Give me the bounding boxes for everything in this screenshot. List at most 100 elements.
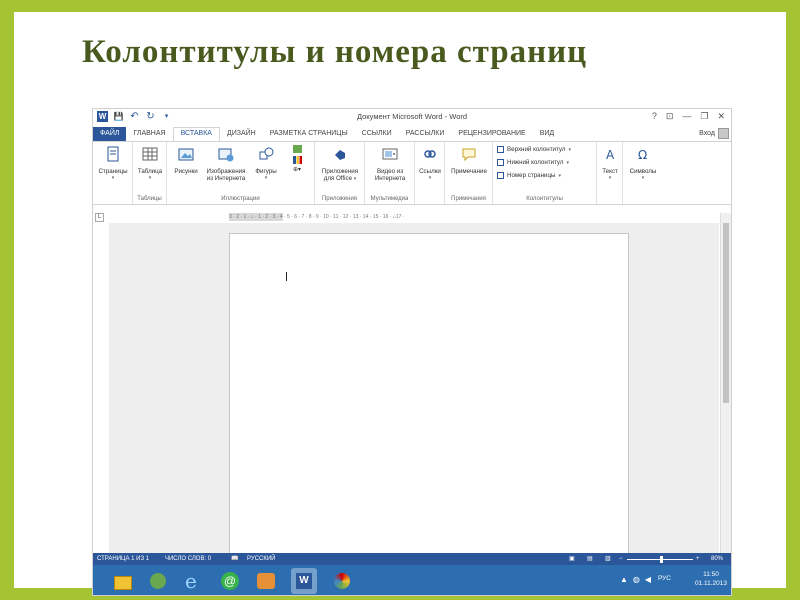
tab-references[interactable]: ССЫЛКИ: [355, 127, 399, 141]
text-cursor: [286, 272, 287, 281]
header-button[interactable]: Верхний колонтитул ▾: [497, 146, 571, 153]
comment-button[interactable]: Примечание: [446, 146, 492, 175]
horizontal-ruler[interactable]: 3 · 2 · 1 · ⌂ · 1 · 2 · 3 · 4 · 5 · 6 · …: [229, 213, 615, 221]
tab-design[interactable]: ДИЗАЙН: [220, 127, 263, 141]
comment-icon: [462, 148, 476, 162]
scrollbar-thumb[interactable]: [723, 223, 729, 403]
close-button[interactable]: ✕: [717, 111, 725, 122]
ribbon-display-options-icon[interactable]: ⊡: [666, 111, 674, 122]
tray-up-icon[interactable]: ▲: [620, 575, 628, 584]
word-taskbar-icon[interactable]: W: [291, 568, 317, 594]
shapes-button[interactable]: Фигуры ▾: [251, 146, 281, 183]
tab-selector[interactable]: L: [95, 213, 104, 222]
online-pictures-label-1: Изображения: [206, 167, 246, 175]
read-mode-icon[interactable]: ▣: [569, 553, 575, 565]
window-controls: ? ⊡ — ❐ ✕: [652, 111, 725, 122]
web-layout-icon[interactable]: ▥: [605, 553, 611, 565]
office-apps-icon: [335, 150, 345, 160]
tables-group-label: Таблицы: [137, 196, 162, 202]
language-status[interactable]: РУССКИЙ: [247, 553, 275, 565]
apps-for-office-button[interactable]: Приложения для Office ▾: [317, 146, 363, 184]
pages-button[interactable]: Страницы ▾: [95, 146, 131, 183]
internet-explorer-icon[interactable]: e: [181, 568, 207, 594]
text-button[interactable]: A Текст ▾: [598, 146, 622, 183]
document-page[interactable]: [229, 233, 629, 565]
page-number-button[interactable]: Номер страницы ▾: [497, 172, 561, 179]
online-video-button[interactable]: Видео из Интернета: [367, 146, 413, 183]
word-logo-icon: W: [296, 573, 312, 589]
group-header-footer: Верхний колонтитул ▾ Нижний колонтитул ▾ Н…: [493, 142, 597, 204]
word-count[interactable]: ЧИСЛО СЛОВ: 0: [165, 553, 211, 565]
chevron-down-icon: ▾: [641, 175, 645, 181]
clock-time: 11:50: [703, 571, 719, 578]
network-icon[interactable]: ◍: [633, 575, 640, 584]
chart-icon: [292, 156, 302, 164]
tab-file[interactable]: ФАЙЛ: [93, 127, 127, 141]
minimize-button[interactable]: —: [682, 111, 691, 122]
media-group-label: Мультимедиа: [370, 196, 409, 202]
tab-home[interactable]: ГЛАВНАЯ: [126, 127, 172, 141]
zoom-slider-thumb[interactable]: [660, 556, 663, 563]
chevron-down-icon: ▾: [148, 175, 152, 181]
chevron-down-icon: ▾: [264, 175, 268, 181]
zoom-out-button[interactable]: −: [619, 553, 623, 565]
mail-app-icon[interactable]: @: [217, 568, 243, 594]
table-icon: [142, 147, 158, 161]
smartart-chart-buttons[interactable]: ⊕▾: [285, 145, 309, 175]
paint-icon[interactable]: [329, 568, 355, 594]
tab-view[interactable]: ВИД: [533, 127, 561, 141]
link-icon: [424, 150, 436, 158]
text-box-icon: A: [606, 148, 615, 162]
online-pictures-label-2: из Интернета: [206, 175, 246, 182]
svg-text:Ω: Ω: [638, 148, 647, 162]
symbols-button[interactable]: Ω Символы ▾: [625, 146, 661, 183]
links-button[interactable]: Ссылки ▾: [416, 146, 444, 183]
file-explorer-icon[interactable]: [109, 568, 135, 594]
tab-insert[interactable]: ВСТАВКА: [172, 127, 220, 141]
page-number-icon: [497, 172, 504, 179]
online-pictures-button[interactable]: Изображения из Интернета: [201, 146, 251, 183]
chevron-down-icon: ▾: [608, 175, 612, 181]
pictures-button[interactable]: Рисунки: [171, 146, 201, 175]
group-comments: Примечание Примечания: [445, 142, 493, 204]
pictures-label: Рисунки: [174, 167, 198, 175]
clock[interactable]: 11:50 01.11.2013: [695, 568, 727, 588]
comment-label: Примечание: [451, 167, 487, 175]
volume-icon[interactable]: ◀: [645, 575, 651, 584]
group-text: A Текст ▾: [597, 142, 623, 204]
footer-button[interactable]: Нижний колонтитул ▾: [497, 159, 569, 166]
tab-page-layout[interactable]: РАЗМЕТКА СТРАНИЦЫ: [263, 127, 355, 141]
tab-review[interactable]: РЕЦЕНЗИРОВАНИЕ: [451, 127, 532, 141]
app-pen-icon[interactable]: [145, 568, 171, 594]
video-label-2: Интернета: [374, 175, 406, 182]
zoom-level[interactable]: 80%: [711, 553, 723, 565]
ruler-ticks: 3 · 2 · 1 · ⌂ · 1 · 2 · 3 · 4 · 5 · 6 · …: [229, 214, 405, 220]
video-label-1: Видео из: [376, 167, 404, 175]
sign-in-link[interactable]: Вход: [699, 127, 715, 141]
header-icon: [497, 146, 504, 153]
chevron-down-icon: ▾: [111, 175, 115, 181]
help-icon[interactable]: ?: [652, 111, 657, 122]
omega-icon: Ω: [638, 148, 647, 162]
apps-label-1: Приложения: [321, 167, 359, 175]
table-button[interactable]: Таблица ▾: [134, 146, 166, 183]
shapes-icon: [259, 147, 274, 160]
vertical-scrollbar[interactable]: [720, 213, 731, 553]
restore-button[interactable]: ❐: [700, 111, 708, 122]
proofing-icon[interactable]: 📖: [231, 553, 238, 565]
footer-icon: [497, 159, 504, 166]
print-layout-icon[interactable]: ▤: [587, 553, 593, 565]
smartart-icon: [292, 145, 302, 153]
page-count[interactable]: СТРАНИЦА 1 ИЗ 1: [97, 553, 149, 565]
vertical-ruler[interactable]: [95, 229, 103, 547]
zoom-in-button[interactable]: +: [696, 553, 700, 565]
avatar[interactable]: [718, 128, 729, 139]
window-title: Документ Microsoft Word - Word: [356, 112, 468, 121]
group-symbols: Ω Символы ▾: [623, 142, 663, 204]
input-language[interactable]: РУС: [658, 575, 671, 582]
svg-text:A: A: [606, 148, 615, 162]
media-player-icon[interactable]: [253, 568, 279, 594]
symbols-label: Символы: [629, 167, 657, 175]
tab-mailings[interactable]: РАССЫЛКИ: [399, 127, 452, 141]
word-window: W 💾 ↶ ↻ ▾ Документ Microsoft Word - Word…: [92, 108, 732, 596]
